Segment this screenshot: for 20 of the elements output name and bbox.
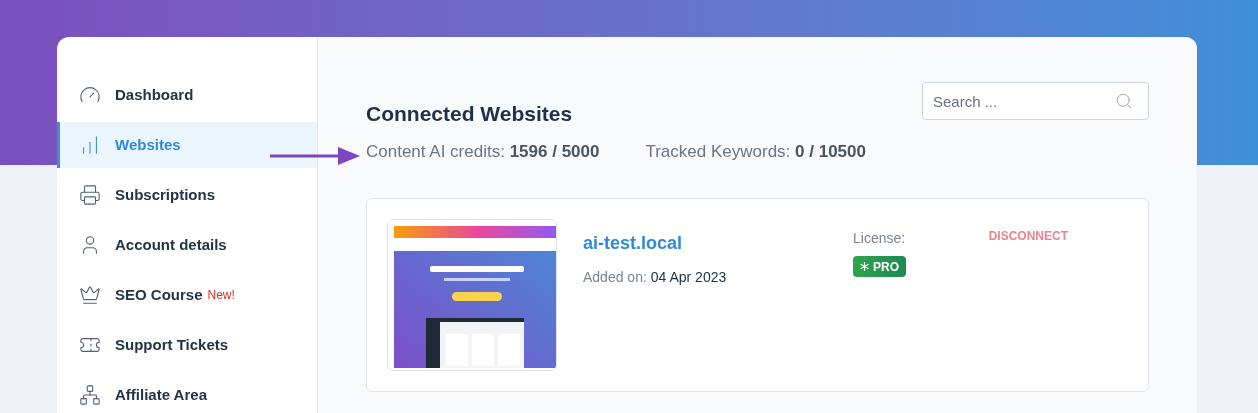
license-label: License: (853, 229, 906, 248)
page-title: Connected Websites (366, 101, 573, 127)
sidebar-item[interactable]: Subscriptions (57, 172, 317, 218)
stat-text: Tracked Keywords: 0 / 10500 (645, 140, 866, 163)
license-badge: PRO (853, 256, 906, 277)
sidebar-item[interactable]: Dashboard (57, 72, 317, 118)
sidebar-item[interactable]: Account details (57, 222, 317, 268)
new-label: New! (207, 287, 235, 304)
sidebar-item[interactable]: Affiliate Area (57, 372, 317, 413)
stat-text: Content AI credits: 1596 / 5000 (366, 140, 600, 163)
network-icon (79, 384, 101, 406)
added-date-text: Added on: 04 Apr 2023 (583, 268, 728, 287)
printer-icon (79, 184, 101, 206)
asterisk-icon (860, 262, 869, 271)
website-link[interactable]: ai-test.local (583, 230, 853, 257)
sidebar-item[interactable]: SEO Course New! (57, 272, 317, 318)
crown-icon (79, 284, 101, 306)
search-icon (1115, 92, 1133, 110)
sidebar-item[interactable]: Support Tickets (57, 322, 317, 368)
search-field[interactable]: Search ... (922, 82, 1149, 120)
